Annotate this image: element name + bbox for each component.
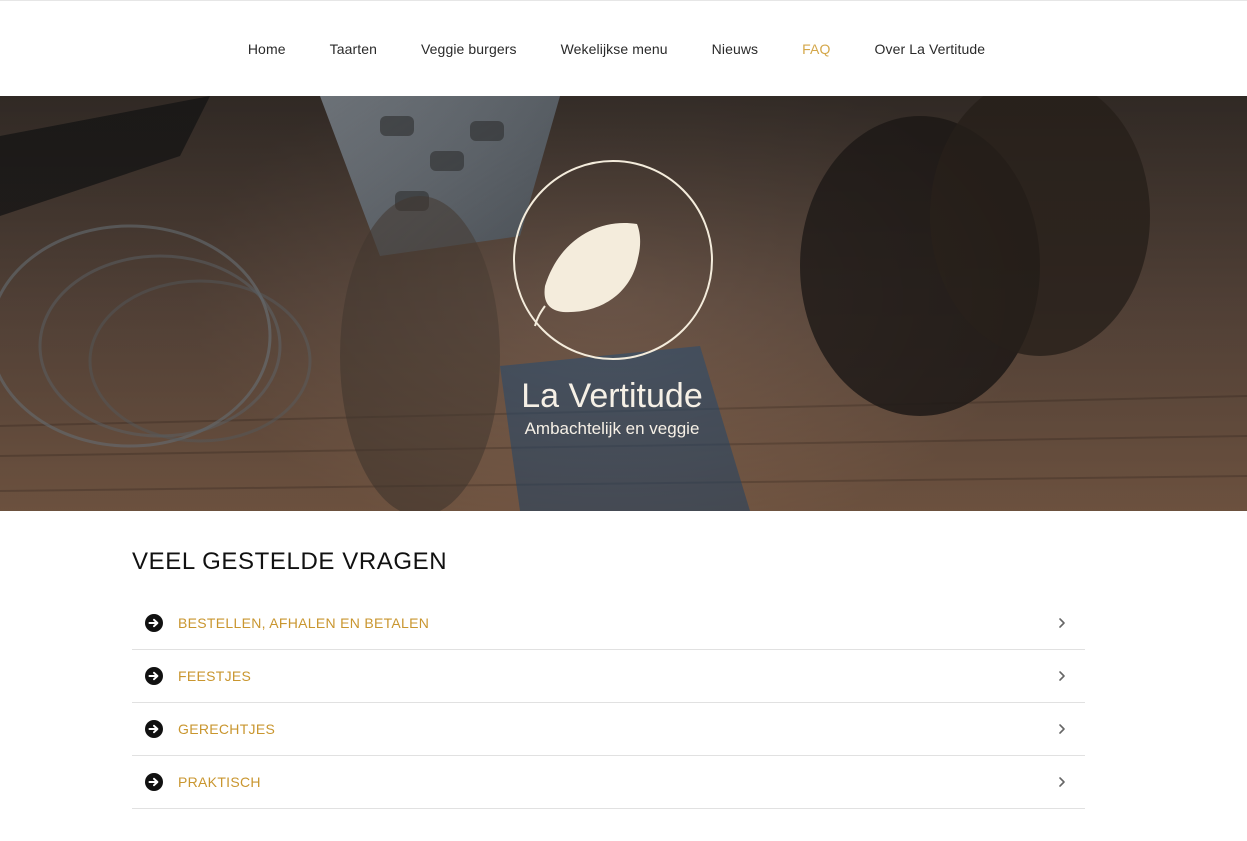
- nav-veggie-burgers[interactable]: Veggie burgers: [421, 41, 517, 57]
- chevron-right-icon: [1057, 776, 1067, 788]
- brand-tagline: Ambachtelijk en veggie: [525, 419, 700, 438]
- arrow-circle-right-icon: [145, 666, 163, 685]
- leaf-circle-logo-icon: La Vertitude Ambachtelijk en veggie: [513, 160, 713, 438]
- chevron-right-icon: [1057, 670, 1067, 682]
- nav-home[interactable]: Home: [248, 41, 286, 57]
- faq-item-bestellen[interactable]: BESTELLEN, AFHALEN EN BETALEN: [132, 597, 1085, 650]
- faq-item-label: BESTELLEN, AFHALEN EN BETALEN: [178, 614, 430, 631]
- faq-title: VEEL GESTELDE VRAGEN: [132, 548, 448, 575]
- top-navigation-bar: Home Taarten Veggie burgers Wekelijkse m…: [0, 0, 1247, 96]
- faq-item-label: PRAKTISCH: [178, 773, 261, 790]
- faq-item-feestjes[interactable]: FEESTJES: [132, 650, 1085, 703]
- faq-item-label: GERECHTJES: [178, 720, 276, 737]
- faq-item-gerechtjes[interactable]: GERECHTJES: [132, 703, 1085, 756]
- arrow-circle-right-icon: [145, 772, 163, 791]
- brand-logo: La Vertitude Ambachtelijk en veggie: [505, 158, 720, 443]
- chevron-right-icon: [1057, 723, 1067, 735]
- faq-item-praktisch[interactable]: PRAKTISCH: [132, 756, 1085, 809]
- nav-wekelijkse-menu[interactable]: Wekelijkse menu: [561, 41, 668, 57]
- nav-faq[interactable]: FAQ: [802, 41, 830, 57]
- brand-name: La Vertitude: [521, 377, 702, 415]
- hero-banner: La Vertitude Ambachtelijk en veggie: [0, 96, 1247, 511]
- arrow-circle-right-icon: [145, 613, 163, 632]
- main-nav: Home Taarten Veggie burgers Wekelijkse m…: [0, 1, 1247, 97]
- chevron-right-icon: [1057, 617, 1067, 629]
- faq-item-label: FEESTJES: [178, 667, 252, 684]
- nav-nieuws[interactable]: Nieuws: [712, 41, 759, 57]
- faq-section: VEEL GESTELDE VRAGEN BESTELLEN, AFHALEN …: [132, 548, 1085, 809]
- nav-taarten[interactable]: Taarten: [330, 41, 377, 57]
- nav-over-la-vertitude[interactable]: Over La Vertitude: [874, 41, 985, 57]
- arrow-circle-right-icon: [145, 719, 163, 738]
